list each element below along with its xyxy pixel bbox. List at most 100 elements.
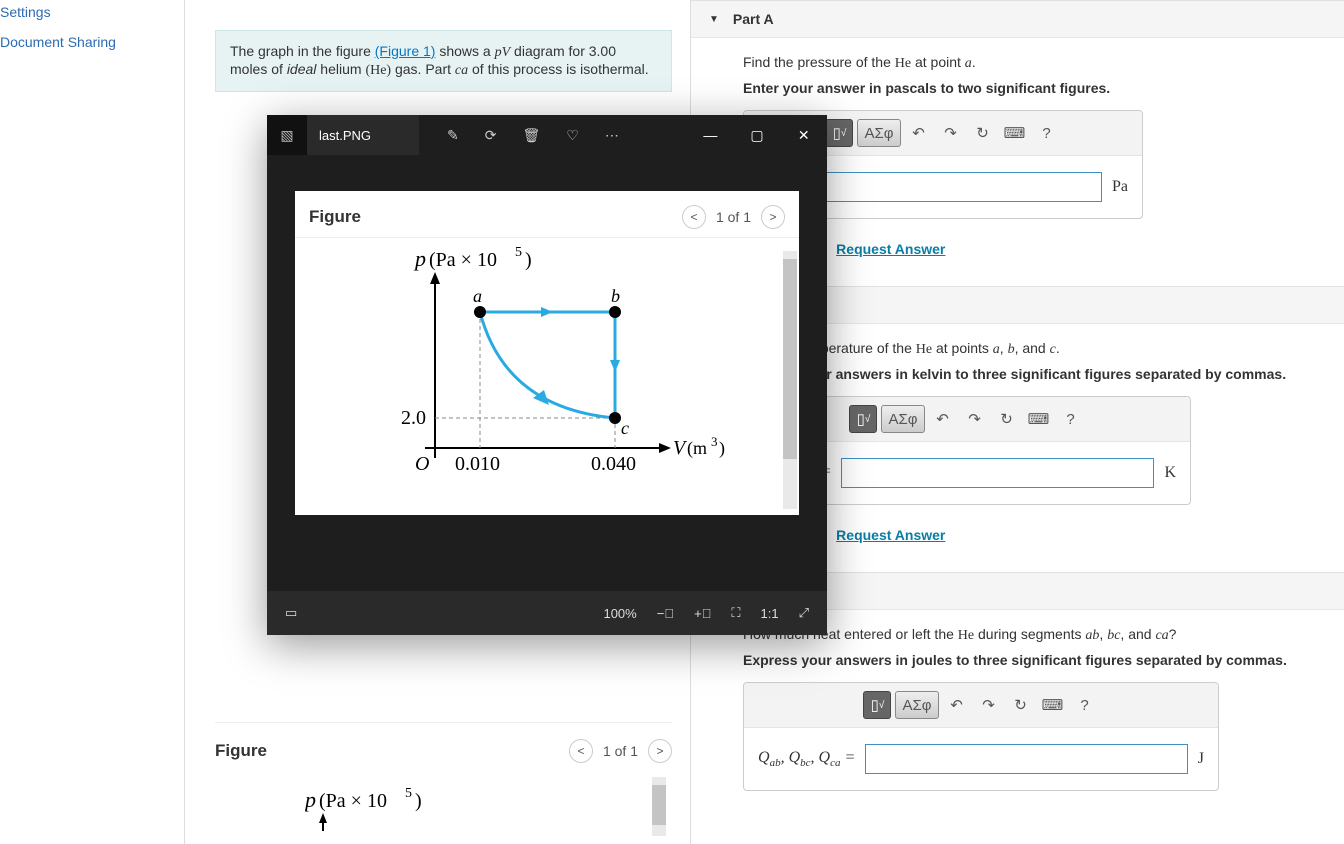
svg-text:c: c (621, 418, 629, 438)
part-a-request[interactable]: Request Answer (836, 241, 945, 257)
figure2-scrollbar[interactable] (652, 777, 666, 836)
window-maximize[interactable]: ▢ (734, 115, 781, 155)
zoom-in-icon[interactable]: +⃝ (694, 606, 711, 621)
svg-text:5: 5 (515, 245, 522, 260)
reset-icon[interactable]: ↻ (993, 405, 1021, 433)
part-c-answer-box: ▯√ ΑΣφ ↶ ↷ ↻ ⌨ ? Qab, Qbc, Qca = J (743, 682, 1219, 791)
favorite-icon[interactable]: ♡ (566, 127, 579, 144)
window-minimize[interactable]: ― (687, 115, 734, 155)
greek-tool[interactable]: ΑΣφ (895, 691, 938, 719)
reset-icon[interactable]: ↻ (1007, 691, 1035, 719)
fullscreen-icon[interactable]: ⤢ (799, 605, 809, 621)
part-a-header[interactable]: ▼ Part A (691, 1, 1344, 38)
keyboard-icon[interactable]: ⌨ (1025, 405, 1053, 433)
svg-text:(m: (m (687, 438, 707, 459)
figure-pager: 1 of 1 (716, 209, 751, 225)
photos-bottombar: ▭ 100% −⃝ +⃝ ⛶ 1:1 ⤢ (267, 591, 827, 635)
undo-icon[interactable]: ↶ (905, 119, 933, 147)
figure-title: Figure (309, 207, 361, 227)
tb-input[interactable] (841, 458, 1154, 488)
photos-slideshow-icon[interactable]: ▭ (285, 605, 297, 621)
part-b-instr: Express your answers in kelvin to three … (743, 366, 1314, 382)
reset-icon[interactable]: ↻ (969, 119, 997, 147)
nav-sharing[interactable]: Document Sharing (0, 34, 184, 64)
photos-filename: last.PNG (307, 115, 419, 155)
svg-text:p: p (413, 246, 426, 271)
photos-canvas: Figure < 1 of 1 > p (Pa × 10 5 ) (295, 191, 799, 515)
redo-icon[interactable]: ↷ (975, 691, 1003, 719)
greek-tool[interactable]: ΑΣφ (881, 405, 924, 433)
part-a-prompt: Find the pressure of the He at point a. (743, 54, 1314, 72)
zoom-out-icon[interactable]: −⃝ (657, 606, 674, 621)
figure-scrollbar[interactable] (783, 251, 797, 509)
zoom-label: 100% (603, 606, 636, 621)
part-b-request[interactable]: Request Answer (836, 527, 945, 543)
svg-text:V: V (673, 437, 688, 459)
svg-text:a: a (473, 286, 482, 306)
photos-titlebar: ▧ last.PNG ✎ ⟳ 🗑 ♡ ⋯ ― ▢ ✕ (267, 115, 827, 155)
svg-text:): ) (719, 438, 725, 459)
center-column: The graph in the figure (Figure 1) shows… (185, 0, 690, 844)
photos-home-icon[interactable]: ▧ (267, 115, 307, 155)
part-c-prompt: How much heat entered or left the He dur… (743, 626, 1314, 644)
help-icon[interactable]: ? (1033, 119, 1061, 147)
window-close[interactable]: ✕ (780, 115, 827, 155)
figure-title-2: Figure (215, 741, 267, 761)
qc-unit: J (1198, 750, 1204, 768)
svg-text:(Pa × 10: (Pa × 10 (429, 249, 497, 271)
left-nav: Settings Document Sharing (0, 0, 185, 844)
templates-tool[interactable]: ▯√ (825, 119, 853, 147)
svg-text:): ) (525, 249, 532, 271)
figure-prev-2[interactable]: < (569, 739, 593, 763)
keyboard-icon[interactable]: ⌨ (1039, 691, 1067, 719)
keyboard-icon[interactable]: ⌨ (1001, 119, 1029, 147)
help-icon[interactable]: ? (1057, 405, 1085, 433)
undo-icon[interactable]: ↶ (929, 405, 957, 433)
figure-2-ylabel: p (Pa × 10 5 ) (305, 783, 505, 833)
part-c-instr: Express your answers in joules to three … (743, 652, 1314, 668)
svg-text:2.0: 2.0 (401, 407, 426, 429)
qc-input[interactable] (865, 744, 1188, 774)
pa-input[interactable] (796, 172, 1102, 202)
nav-settings[interactable]: Settings (0, 0, 184, 34)
svg-text:0.010: 0.010 (455, 453, 500, 475)
rotate-icon[interactable]: ⟳ (485, 127, 497, 144)
svg-text:5: 5 (405, 786, 412, 801)
svg-text:): ) (415, 790, 422, 812)
pa-unit: Pa (1112, 178, 1128, 196)
tb-unit: K (1164, 464, 1176, 482)
part-a-label: Part A (733, 11, 774, 27)
problem-blurb: The graph in the figure (Figure 1) shows… (215, 30, 672, 92)
chevron-down-icon: ▼ (709, 14, 719, 25)
svg-text:O: O (415, 453, 429, 475)
redo-icon[interactable]: ↷ (937, 119, 965, 147)
delete-icon[interactable]: 🗑 (522, 127, 540, 144)
photos-app-window: ▧ last.PNG ✎ ⟳ 🗑 ♡ ⋯ ― ▢ ✕ Figure (267, 115, 827, 635)
svg-text:3: 3 (711, 434, 718, 449)
help-icon[interactable]: ? (1071, 691, 1099, 719)
actual-icon[interactable]: 1:1 (761, 606, 779, 621)
part-b-prompt: Find the temperature of the He at points… (743, 340, 1314, 358)
blurb-text: The graph in the figure (230, 43, 375, 59)
redo-icon[interactable]: ↷ (961, 405, 989, 433)
greek-tool[interactable]: ΑΣφ (857, 119, 900, 147)
figure-panel-2: Figure < 1 of 1 > p (Pa × 10 5 ) (215, 722, 672, 836)
figure-pager-2: 1 of 1 (603, 743, 638, 759)
pv-symbol: pV (495, 45, 511, 60)
edit-icon[interactable]: ✎ (447, 127, 459, 144)
part-a-instr: Enter your answer in pascals to two sign… (743, 80, 1314, 96)
undo-icon[interactable]: ↶ (943, 691, 971, 719)
figure-next[interactable]: > (761, 205, 785, 229)
svg-text:0.040: 0.040 (591, 453, 636, 475)
svg-text:(Pa × 10: (Pa × 10 (319, 790, 387, 812)
figure-prev[interactable]: < (682, 205, 706, 229)
more-icon[interactable]: ⋯ (605, 127, 619, 144)
pv-diagram: p (Pa × 10 5 ) (295, 238, 755, 498)
svg-text:p: p (305, 787, 316, 812)
templates-tool[interactable]: ▯√ (863, 691, 891, 719)
svg-text:b: b (611, 286, 620, 306)
figure-next-2[interactable]: > (648, 739, 672, 763)
fit-icon[interactable]: ⛶ (731, 605, 740, 621)
figure-link[interactable]: (Figure 1) (375, 43, 436, 59)
templates-tool[interactable]: ▯√ (849, 405, 877, 433)
